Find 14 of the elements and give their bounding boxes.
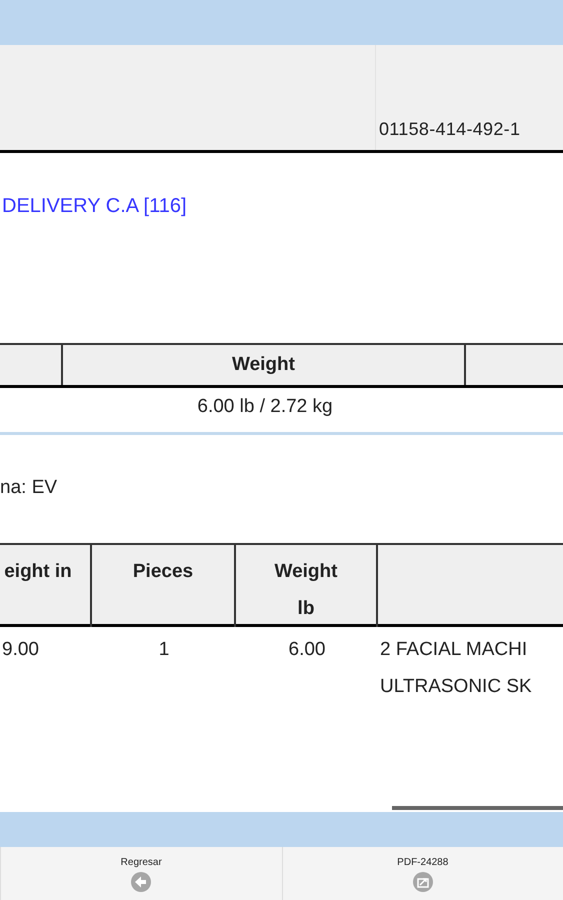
- table-cell: 1: [158, 639, 170, 660]
- table-cell: 6.00 lb / 2.72 kg: [197, 396, 333, 418]
- table-header-cell-text: Weight lb: [274, 560, 338, 621]
- description-line: 2 FACIAL MACHI: [380, 638, 528, 662]
- consignee-link[interactable]: DELIVERY C.A [116]: [0, 195, 187, 217]
- table-header-cell-text: eight in: [3, 560, 73, 584]
- note-text: na: EV: [0, 476, 58, 500]
- table-header-cell-text: Pieces: [132, 560, 194, 584]
- table-header-cell: Weight: [63, 345, 466, 385]
- share-icon: [412, 872, 433, 892]
- tracking-number: 01158-414-492-1: [379, 119, 520, 140]
- table-cell: 9.00: [2, 639, 39, 660]
- description-line: ULTRASONIC SK: [380, 675, 533, 699]
- table-cell: 6.00: [288, 639, 326, 660]
